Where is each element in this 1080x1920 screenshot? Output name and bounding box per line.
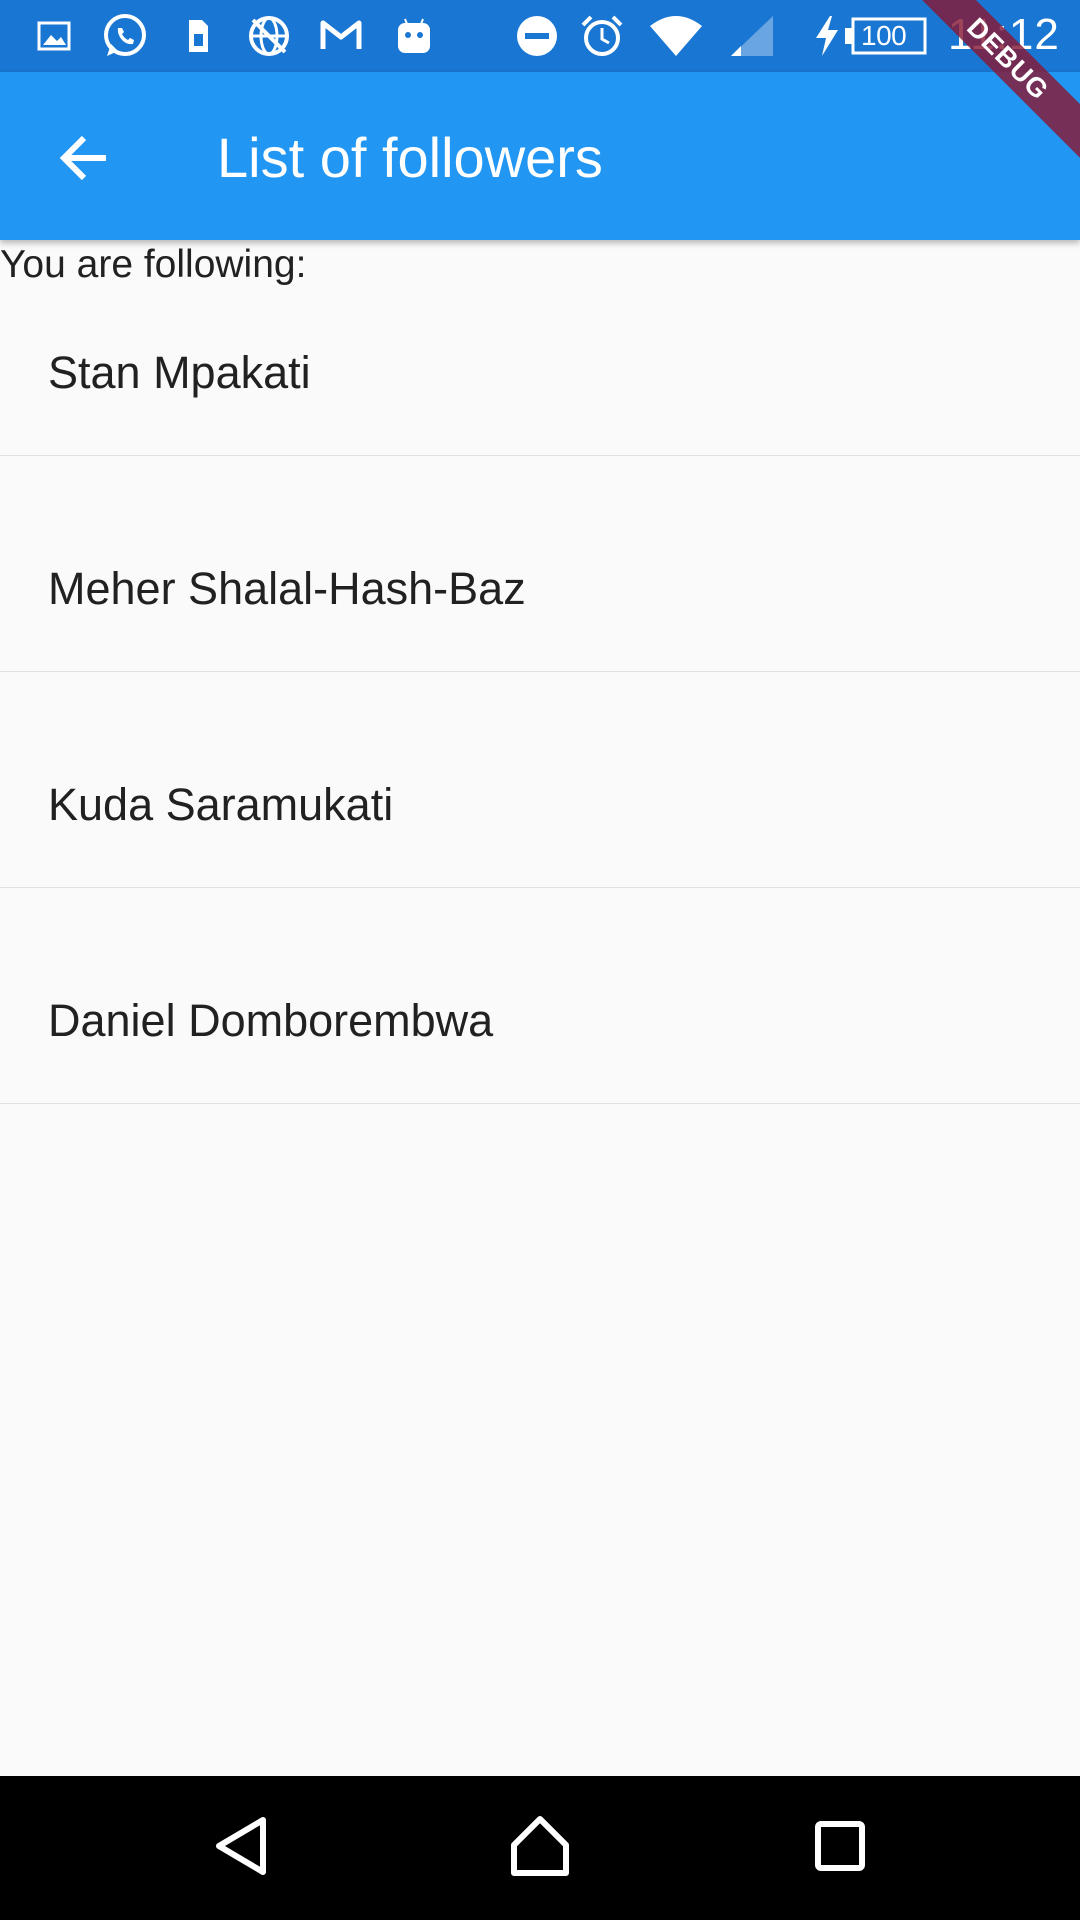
list-item[interactable]: Kuda Saramukati xyxy=(0,672,1080,888)
system-nav-bar xyxy=(0,1776,1080,1920)
no-data-globe-icon xyxy=(246,12,292,60)
gmail-icon xyxy=(318,12,364,60)
nav-recents-button[interactable] xyxy=(792,1800,888,1896)
whatsapp-icon xyxy=(100,12,150,60)
charging-icon xyxy=(813,12,841,60)
follower-name: Stan Mpakati xyxy=(48,347,311,398)
nav-back-button[interactable] xyxy=(193,1800,289,1896)
arrow-back-icon xyxy=(58,134,110,187)
app-screen: 100 11:12 DEBUG List of followers You ar… xyxy=(0,0,1080,1920)
home-icon xyxy=(508,1815,572,1882)
app-bar: List of followers xyxy=(0,72,1080,240)
follower-name: Meher Shalal-Hash-Baz xyxy=(48,563,526,614)
recents-square-icon xyxy=(814,1820,866,1877)
battery-level: 100 xyxy=(861,20,907,51)
do-not-disturb-icon xyxy=(514,12,560,60)
list-item[interactable]: Meher Shalal-Hash-Baz xyxy=(0,456,1080,672)
alarm-icon xyxy=(578,12,626,60)
list-item[interactable]: Daniel Domborembwa xyxy=(0,888,1080,1104)
image-icon xyxy=(36,12,72,60)
back-button[interactable] xyxy=(40,116,128,204)
follower-name: Daniel Domborembwa xyxy=(48,995,494,1046)
main-content: You are following: Stan Mpakati Meher Sh… xyxy=(0,240,1080,1776)
list-item[interactable]: Stan Mpakati xyxy=(0,240,1080,456)
follower-name: Kuda Saramukati xyxy=(48,779,394,830)
android-icon xyxy=(394,12,434,60)
page-title: List of followers xyxy=(217,126,603,189)
wifi-icon xyxy=(648,12,704,60)
clock-time: 11:12 xyxy=(948,10,1060,59)
cell-signal-icon xyxy=(728,12,776,60)
status-bar: 100 11:12 xyxy=(0,0,1080,72)
sim-card-icon xyxy=(184,12,212,60)
back-triangle-icon xyxy=(213,1816,269,1881)
nav-home-button[interactable] xyxy=(492,1800,588,1896)
